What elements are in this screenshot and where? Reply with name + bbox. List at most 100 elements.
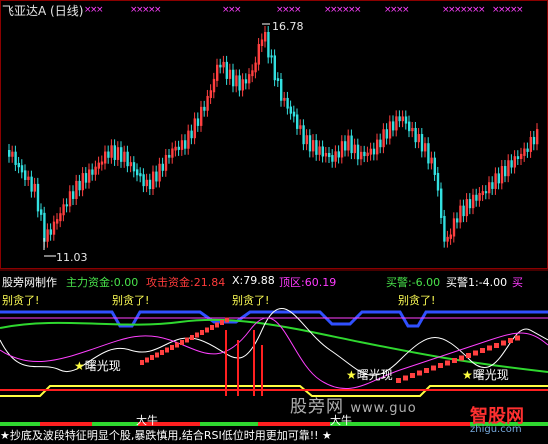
- candle-body: [276, 78, 280, 81]
- candle-body: [462, 205, 465, 217]
- candle-body: [100, 161, 104, 165]
- top-zone-value: 顶区:60.19: [279, 276, 337, 289]
- red-ladder-bar: [225, 317, 229, 323]
- candle-body: [62, 204, 65, 216]
- candle-body: [459, 205, 462, 223]
- candle-body: [312, 140, 315, 152]
- sell-warning-2: 别贪了!: [112, 294, 150, 307]
- candle-body: [17, 162, 20, 168]
- candle-body: [78, 180, 81, 191]
- candle-body: [369, 148, 372, 155]
- candle-body: [449, 234, 452, 239]
- red-ladder-bar: [473, 350, 478, 356]
- candle-body: [385, 129, 388, 139]
- star-icon: ★: [462, 368, 473, 382]
- candle-body: [241, 79, 244, 91]
- candle-body: [388, 121, 392, 139]
- red-ladder-bar: [424, 368, 429, 373]
- candle-body: [411, 127, 414, 132]
- top-marker: ×: [402, 5, 410, 15]
- candle-body: [484, 191, 488, 194]
- candle-body: [33, 183, 36, 192]
- candle-body: [292, 111, 296, 117]
- candle-body: [155, 171, 158, 182]
- buy-cut-label: 买: [512, 276, 523, 289]
- candle-body: [283, 97, 286, 101]
- candle-body: [148, 179, 152, 190]
- candle-body: [113, 145, 116, 160]
- candle-body: [136, 169, 139, 176]
- candle-body: [424, 143, 427, 152]
- candle-body: [356, 144, 360, 160]
- red-ladder-bar: [160, 350, 164, 355]
- candle-body: [324, 152, 328, 157]
- candle-body: [308, 135, 312, 152]
- sell-warning-1: 别贪了!: [2, 294, 40, 307]
- red-ladder-bar: [165, 347, 169, 353]
- candle-body: [97, 162, 100, 169]
- candle-body: [190, 130, 193, 139]
- candle-body: [8, 150, 11, 157]
- window-title: 飞亚达A (日线): [2, 4, 84, 18]
- candle-body: [430, 157, 433, 164]
- candle-body: [497, 173, 500, 184]
- candle-body: [504, 166, 507, 177]
- candle-body: [436, 172, 440, 191]
- red-ladder-bar: [438, 363, 443, 368]
- candle-body: [446, 236, 449, 242]
- candle-body: [376, 139, 379, 155]
- candle-body: [366, 152, 369, 157]
- candle-body: [465, 199, 468, 217]
- red-ladder-bar: [403, 375, 408, 381]
- candle-body: [132, 162, 136, 172]
- candle-body: [84, 173, 88, 183]
- candle-body: [440, 188, 443, 218]
- candle-body: [219, 64, 222, 68]
- candle-body: [196, 118, 200, 126]
- candle-body: [468, 199, 472, 209]
- signal-strip: [40, 422, 92, 426]
- candle-body: [379, 139, 382, 148]
- candle-body: [331, 155, 334, 162]
- candle-body: [116, 147, 120, 160]
- top-marker: ×: [516, 5, 524, 15]
- candle-body: [494, 173, 497, 189]
- candle-body: [472, 194, 475, 209]
- candle-body: [43, 212, 46, 242]
- candle-body: [187, 130, 190, 149]
- top-marker: ×: [154, 5, 162, 15]
- candle-body: [478, 193, 481, 201]
- candle-body: [526, 148, 529, 152]
- candle-body: [529, 136, 532, 152]
- candle-body: [200, 106, 203, 126]
- red-ladder-bar: [452, 358, 457, 363]
- candle-body: [222, 61, 225, 68]
- candle-body: [398, 116, 401, 122]
- candle-body: [216, 64, 219, 81]
- candle-body: [177, 146, 180, 150]
- candle-body: [328, 152, 331, 158]
- candle-body: [235, 75, 238, 87]
- bull-signal-1: 大牛: [136, 414, 158, 427]
- watermark-site: 股旁网 www.guo: [290, 397, 417, 417]
- red-ladder-bar: [185, 337, 189, 343]
- candle-body: [46, 229, 49, 242]
- candle-body: [296, 114, 299, 129]
- red-ladder-bar: [508, 338, 513, 343]
- signal-strip: [92, 422, 138, 426]
- red-ladder-bar: [205, 327, 209, 333]
- signal-strip: [200, 422, 258, 426]
- candle-body: [382, 129, 385, 148]
- red-ladder-bar: [140, 360, 144, 365]
- low-price-label: 11.03: [56, 251, 88, 264]
- candle-body: [520, 153, 523, 159]
- top-marker: ×: [234, 5, 242, 15]
- candle-body: [267, 31, 270, 58]
- candle-body: [72, 191, 75, 199]
- candle-body: [401, 116, 404, 122]
- candle-body: [414, 127, 417, 143]
- candle-body: [139, 173, 142, 177]
- candle-body: [302, 125, 305, 145]
- candle-body: [123, 151, 126, 162]
- candle-body: [107, 151, 110, 158]
